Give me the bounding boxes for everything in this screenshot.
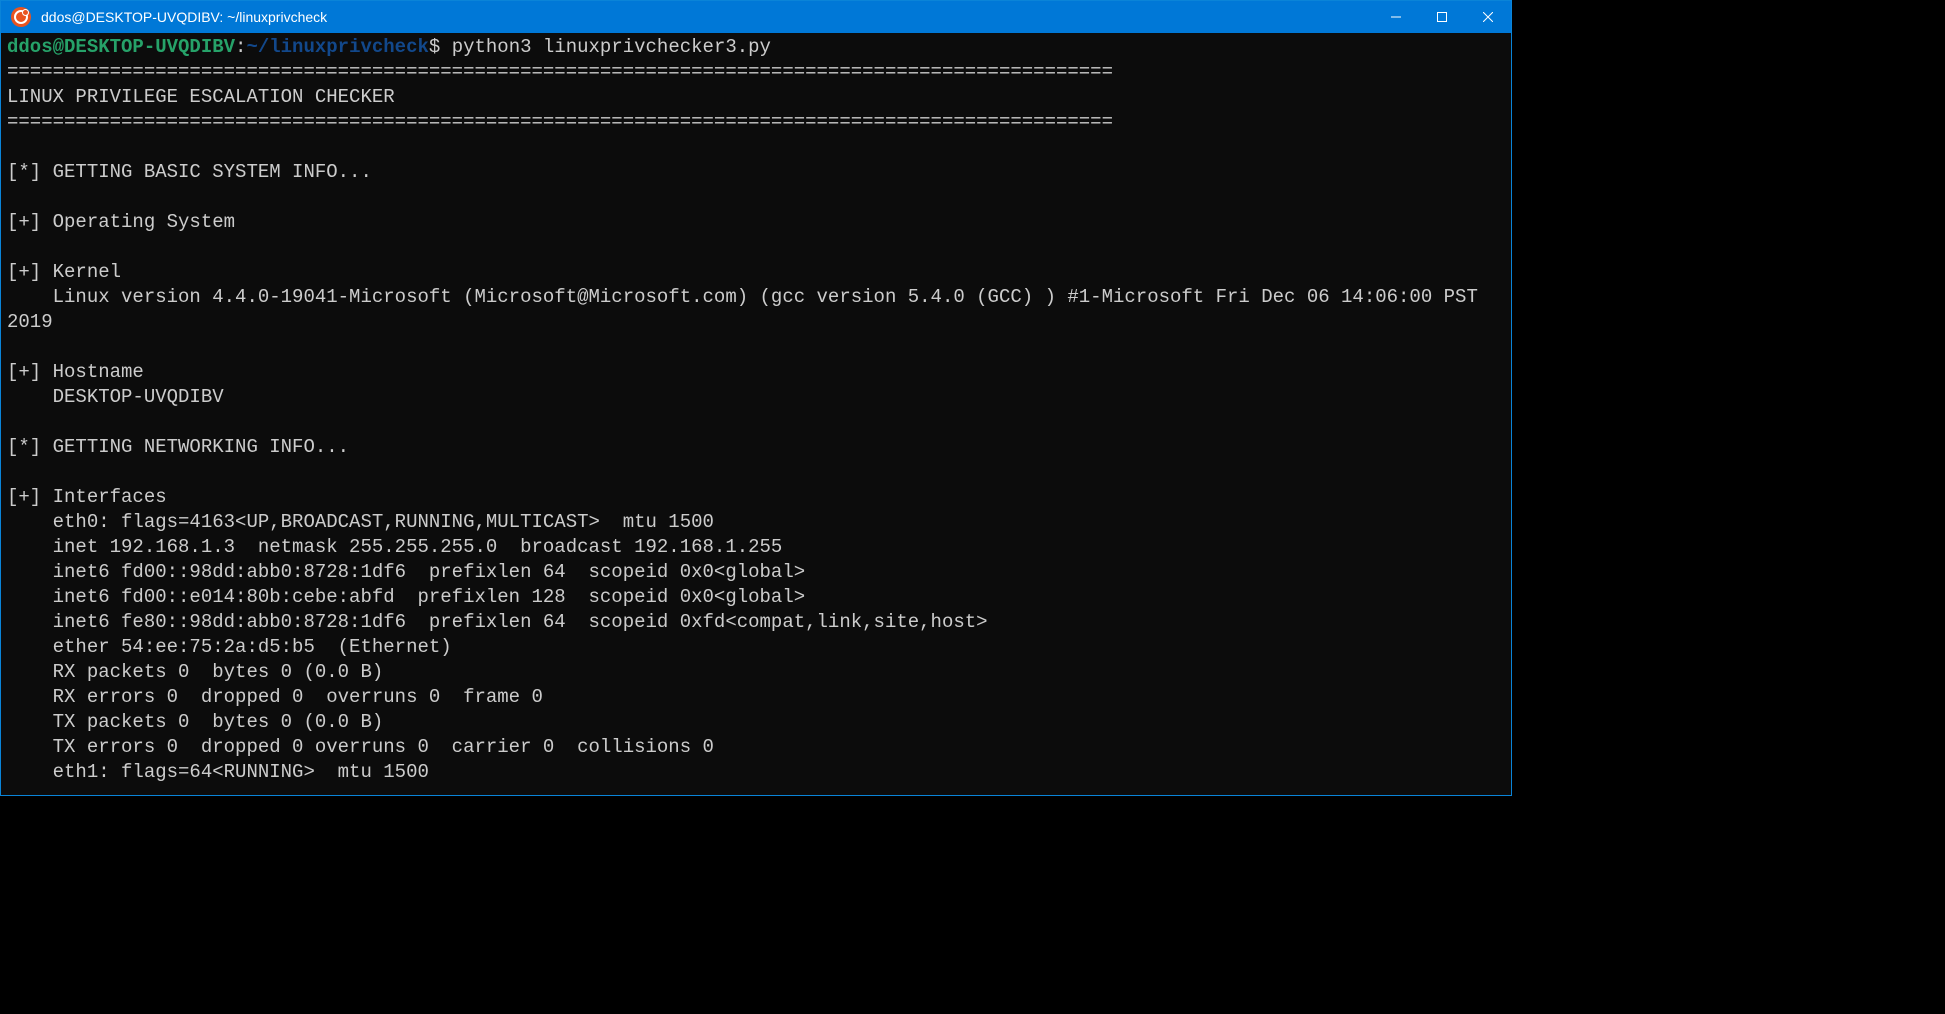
prompt-dollar: $ — [429, 36, 440, 58]
prompt-colon: : — [235, 36, 246, 58]
output-line: ========================================… — [7, 61, 1113, 83]
output-line: inet6 fe80::98dd:abb0:8728:1df6 prefixle… — [7, 611, 988, 633]
minimize-button[interactable] — [1373, 1, 1419, 33]
output-line: Linux version 4.4.0-19041-Microsoft (Mic… — [7, 286, 1489, 333]
maximize-icon — [1437, 12, 1447, 22]
output-line: LINUX PRIVILEGE ESCALATION CHECKER — [7, 86, 395, 108]
output-line: RX packets 0 bytes 0 (0.0 B) — [7, 661, 383, 683]
prompt-at: @ — [53, 36, 64, 58]
prompt-host: DESKTOP-UVQDIBV — [64, 36, 235, 58]
maximize-button[interactable] — [1419, 1, 1465, 33]
output-line: [*] GETTING BASIC SYSTEM INFO... — [7, 161, 372, 183]
output-line: ether 54:ee:75:2a:d5:b5 (Ethernet) — [7, 636, 452, 658]
output-line: [+] Interfaces — [7, 486, 167, 508]
output-line: inet 192.168.1.3 netmask 255.255.255.0 b… — [7, 536, 782, 558]
prompt-user: ddos — [7, 36, 53, 58]
ubuntu-icon — [11, 7, 31, 27]
command-text: python3 linuxprivchecker3.py — [452, 36, 771, 58]
window-title: ddos@DESKTOP-UVQDIBV: ~/linuxprivcheck — [39, 5, 1373, 30]
output-line: inet6 fd00::98dd:abb0:8728:1df6 prefixle… — [7, 561, 805, 583]
output-line: eth0: flags=4163<UP,BROADCAST,RUNNING,MU… — [7, 511, 714, 533]
output-line: TX packets 0 bytes 0 (0.0 B) — [7, 711, 383, 733]
close-button[interactable] — [1465, 1, 1511, 33]
output-line: DESKTOP-UVQDIBV — [7, 386, 224, 408]
terminal-window: ddos@DESKTOP-UVQDIBV: ~/linuxprivcheck d… — [0, 0, 1512, 796]
minimize-icon — [1391, 12, 1401, 22]
output-line: [+] Kernel — [7, 261, 121, 283]
output-line: RX errors 0 dropped 0 overruns 0 frame 0 — [7, 686, 543, 708]
prompt-path: ~/linuxprivcheck — [246, 36, 428, 58]
titlebar[interactable]: ddos@DESKTOP-UVQDIBV: ~/linuxprivcheck — [1, 1, 1511, 33]
close-icon — [1483, 12, 1493, 22]
output-line: inet6 fd00::e014:80b:cebe:abfd prefixlen… — [7, 586, 805, 608]
output-line: [*] GETTING NETWORKING INFO... — [7, 436, 349, 458]
output-line: eth1: flags=64<RUNNING> mtu 1500 — [7, 761, 429, 783]
output-line: ========================================… — [7, 111, 1113, 133]
output-line: [+] Hostname — [7, 361, 144, 383]
output-line: [+] Operating System — [7, 211, 235, 233]
shell-prompt: ddos@DESKTOP-UVQDIBV:~/linuxprivcheck$ — [7, 36, 440, 58]
output-line: TX errors 0 dropped 0 overruns 0 carrier… — [7, 736, 714, 758]
terminal-body[interactable]: ddos@DESKTOP-UVQDIBV:~/linuxprivcheck$ p… — [1, 33, 1511, 795]
window-controls — [1373, 1, 1511, 33]
